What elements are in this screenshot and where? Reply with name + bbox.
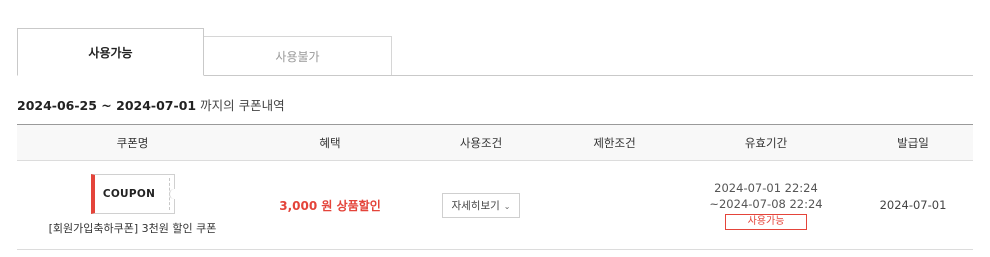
header-coupon-name: 쿠폰명 <box>17 124 248 161</box>
benefit-text: 3,000 원 상품할인 <box>279 198 381 213</box>
header-issued-date: 발급일 <box>853 124 973 161</box>
header-use-condition: 사용조건 <box>412 124 550 161</box>
table-row: COUPON [회원가입축하쿠폰] 3천원 할인 쿠폰 3,000 원 상품할인… <box>17 160 973 250</box>
coupon-ticket-icon: COUPON <box>90 174 178 214</box>
validity-cell: 2024-07-01 22:24 ~2024-07-08 22:24 사용가능 <box>679 160 853 250</box>
coupon-notch <box>168 189 178 199</box>
table-header-row: 쿠폰명 혜택 사용조건 제한조건 유효기간 발급일 <box>17 124 973 161</box>
benefit-cell: 3,000 원 상품할인 <box>248 160 412 250</box>
issued-date-cell: 2024-07-01 <box>853 160 973 250</box>
coupon-name: [회원가입축하쿠폰] 3천원 할인 쿠폰 <box>48 222 217 235</box>
period-dates: 2024-06-25 ~ 2024-07-01 <box>17 98 197 113</box>
chevron-down-icon: ⌄ <box>503 201 511 211</box>
tab-unavailable[interactable]: 사용불가 <box>203 36 392 75</box>
header-restriction: 제한조건 <box>550 124 679 161</box>
header-benefit: 혜택 <box>248 124 412 161</box>
status-badge: 사용가능 <box>725 214 807 230</box>
view-details-button[interactable]: 자세히보기 ⌄ <box>442 192 520 218</box>
header-validity: 유효기간 <box>679 124 853 161</box>
tab-available[interactable]: 사용가능 <box>17 28 204 76</box>
coupon-tabs: 사용가능 사용불가 <box>17 28 973 76</box>
coupon-cell: COUPON [회원가입축하쿠폰] 3천원 할인 쿠폰 <box>17 160 248 250</box>
coupon-table: 쿠폰명 혜택 사용조건 제한조건 유효기간 발급일 COUPON [회원가입축하… <box>17 124 973 250</box>
use-condition-cell: 자세히보기 ⌄ <box>412 160 550 250</box>
period-suffix: 까지의 쿠폰내역 <box>200 98 285 113</box>
coupon-badge-text: COUPON <box>102 188 156 200</box>
validity-start: 2024-07-01 22:24 <box>714 181 818 195</box>
view-details-label: 자세히보기 <box>451 199 500 212</box>
restriction-cell <box>550 160 679 250</box>
validity-end: ~2024-07-08 22:24 <box>709 197 823 211</box>
coupon-period: 2024-06-25 ~ 2024-07-01 까지의 쿠폰내역 <box>17 95 285 114</box>
